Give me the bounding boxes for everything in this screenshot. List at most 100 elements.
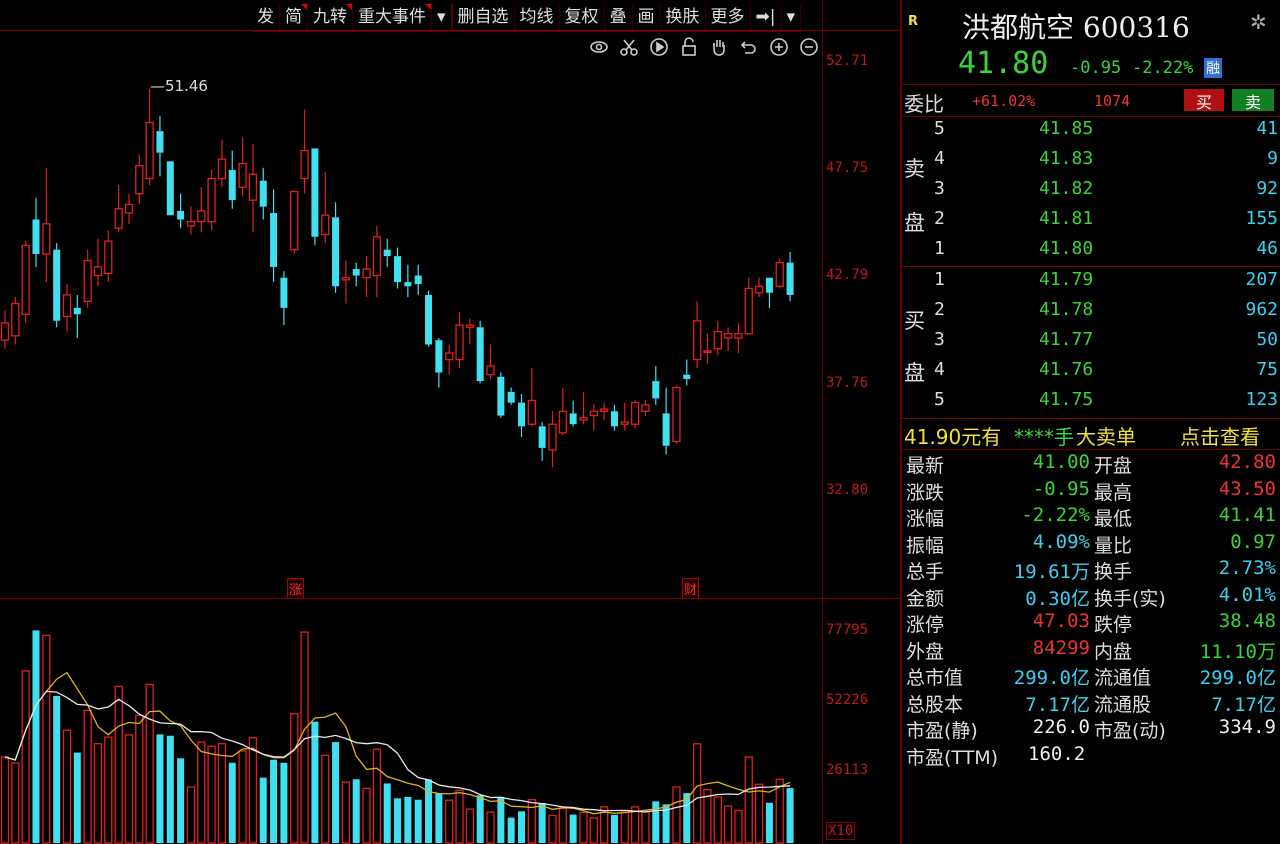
buy-level-row[interactable]: 141.79207: [902, 269, 1280, 297]
volume-bar: [652, 801, 659, 843]
gear-icon[interactable]: ✲: [1250, 10, 1267, 34]
stat-label: 涨幅: [906, 504, 944, 531]
stat-label: 涨跌: [906, 478, 944, 505]
stat-row: 最新41.00开盘42.80: [902, 451, 1280, 477]
stat-value: 334.9: [1219, 716, 1276, 738]
candle-body: [694, 321, 701, 360]
buy-level-row[interactable]: 341.7750: [902, 329, 1280, 357]
candle-body: [136, 166, 143, 194]
candle: [363, 256, 370, 297]
sell-level-row[interactable]: 441.839: [902, 148, 1280, 176]
buy-button[interactable]: 买: [1184, 89, 1224, 111]
sell-price: 41.80: [1039, 238, 1093, 259]
sell-level-row[interactable]: 241.81155: [902, 208, 1280, 236]
volume-bar: [539, 803, 546, 843]
candle-body: [539, 426, 546, 448]
big-order-row[interactable]: 41.90元有 ****手 大卖单 点击查看: [902, 421, 1280, 449]
candle-body: [373, 237, 380, 276]
candle-body: [74, 308, 81, 314]
candle: [146, 89, 153, 185]
sell-level-row[interactable]: 141.8046: [902, 238, 1280, 266]
candle: [198, 187, 205, 232]
quote-panel: R 洪都航空 600316 ✲ 41.80 -0.95 -2.22% 融 委比 …: [900, 0, 1280, 844]
stock-name: 洪都航空 600316: [962, 6, 1190, 46]
candle-body: [249, 174, 256, 200]
price-tick: 37.76: [826, 375, 868, 391]
toolbar-menu-dropdown[interactable]: ▾: [782, 4, 802, 30]
kline-chart-area[interactable]: 发 简 九转 重大事件 ▾ 删自选 均线 复权 叠 画 换肤 更多 ➡| ▾ —…: [0, 0, 822, 844]
volume-bar: [105, 737, 112, 843]
volume-bar: [22, 671, 29, 843]
buy-level: 1: [934, 269, 945, 290]
toolbar-collapse[interactable]: ➡|: [751, 4, 782, 30]
candle-body: [456, 325, 463, 359]
volume-bar: [549, 815, 556, 843]
stat-value: 38.48: [1219, 610, 1276, 632]
volume-bar: [425, 780, 432, 843]
volume-bar: [32, 630, 39, 843]
buy-level-row[interactable]: 441.7675: [902, 359, 1280, 387]
candle: [415, 265, 422, 295]
candle: [580, 392, 587, 424]
candle-body: [508, 392, 515, 403]
candle-body: [580, 418, 587, 420]
candle-body: [125, 204, 132, 213]
candle-body: [363, 269, 370, 278]
stat-label: 换手: [1094, 557, 1132, 584]
candle: [332, 202, 339, 292]
sell-volume: 92: [1256, 178, 1278, 199]
toolbar-jiuzhuan[interactable]: 九转: [308, 4, 353, 30]
candle: [394, 248, 401, 289]
volume-bar: [580, 812, 587, 843]
toolbar-fa[interactable]: 发: [252, 4, 280, 30]
toolbar-adjust[interactable]: 复权: [560, 4, 605, 30]
candle: [611, 405, 618, 431]
toolbar-more[interactable]: 更多: [706, 4, 751, 30]
candle: [725, 327, 732, 351]
volume-bar: [642, 811, 649, 843]
candle-body: [12, 304, 19, 336]
sell-button[interactable]: 卖: [1232, 89, 1274, 111]
stat-value: 299.0亿: [1200, 663, 1276, 690]
volume-bars[interactable]: [0, 600, 822, 844]
sell-level-row[interactable]: 541.8541: [902, 118, 1280, 146]
sell-level: 1: [934, 238, 945, 259]
event-marker-zhang[interactable]: 涨: [287, 578, 304, 599]
candle: [239, 138, 246, 196]
toolbar-draw[interactable]: 画: [633, 4, 661, 30]
stat-row: 涨跌-0.95最高43.50: [902, 478, 1280, 504]
candle-body: [84, 260, 91, 301]
price-candles[interactable]: [0, 30, 822, 598]
sell-level: 2: [934, 208, 945, 229]
candle-body: [239, 163, 246, 187]
buy-level-row[interactable]: 541.75123: [902, 389, 1280, 417]
toolbar-overlay[interactable]: 叠: [605, 4, 633, 30]
sell-level-row[interactable]: 341.8292: [902, 178, 1280, 206]
divider: [0, 30, 900, 31]
toolbar-skin[interactable]: 换肤: [661, 4, 706, 30]
candle-body: [683, 375, 690, 379]
toolbar-events-dropdown[interactable]: ▾: [432, 4, 453, 30]
candle-body: [280, 278, 287, 308]
volume-bar: [508, 818, 515, 843]
big-order-view-link[interactable]: 点击查看: [1180, 421, 1260, 450]
candle-body: [404, 282, 411, 286]
candle-body: [311, 148, 318, 236]
candle-body: [601, 409, 608, 411]
toolbar-remove-watchlist[interactable]: 删自选: [453, 4, 515, 30]
big-order-type: 大卖单: [1076, 421, 1136, 450]
toolbar-ma[interactable]: 均线: [515, 4, 560, 30]
candle-body: [332, 217, 339, 286]
candle-body: [477, 327, 484, 381]
event-marker-cai[interactable]: 财: [682, 578, 699, 599]
candle-body: [353, 269, 360, 275]
candle: [601, 403, 608, 420]
candle: [384, 239, 391, 267]
stat-row: 振幅4.09%量比0.97: [902, 531, 1280, 557]
toolbar-jian[interactable]: 简: [280, 4, 308, 30]
candle: [43, 168, 50, 282]
buy-level-row[interactable]: 241.78962: [902, 299, 1280, 327]
toolbar-major-events[interactable]: 重大事件: [353, 4, 432, 30]
r-badge: R: [908, 14, 918, 29]
candle: [683, 360, 690, 386]
